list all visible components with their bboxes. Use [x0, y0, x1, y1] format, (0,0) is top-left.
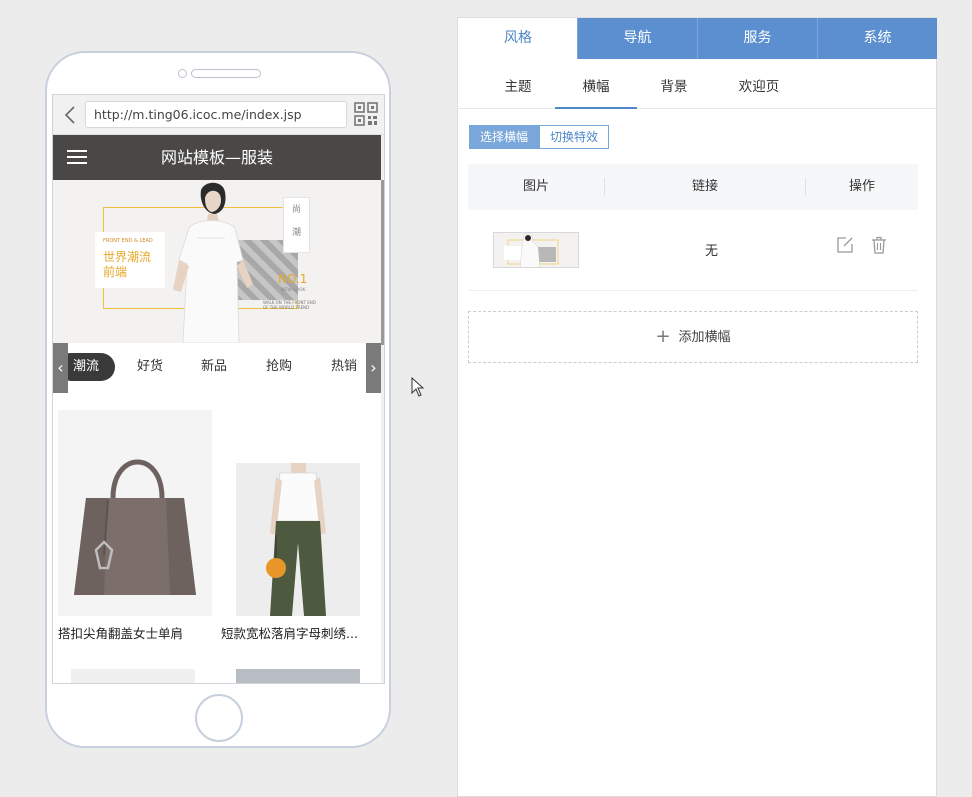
add-banner-button[interactable]: + 添加横幅 — [468, 311, 918, 363]
subtab-banner[interactable]: 横幅 — [555, 59, 637, 109]
product-name[interactable]: 搭扣尖角翻盖女士单肩 — [58, 623, 216, 642]
banner-thumbnail-image — [494, 233, 578, 267]
switch-effect-button[interactable]: 切换特效 — [539, 125, 610, 149]
product-name[interactable]: 短款宽松落肩字母刺绣... — [221, 623, 379, 642]
tab-style[interactable]: 风格 — [458, 18, 578, 59]
tab-navigation[interactable]: 导航 — [577, 18, 697, 59]
banner-seal: 尚 潮 — [283, 197, 310, 253]
subtab-welcome[interactable]: 欢迎页 — [726, 59, 792, 109]
banner-lookbook: NEW LOOK — [281, 288, 306, 293]
add-banner-label: 添加横幅 — [678, 330, 731, 345]
product-image[interactable] — [236, 463, 360, 616]
address-bar: http://m.ting06.icoc.me/index.jsp — [53, 95, 384, 135]
qr-code-icon[interactable] — [354, 102, 378, 126]
select-banner-button[interactable]: 选择横幅 — [469, 125, 540, 149]
banner-table-header: 图片 链接 操作 — [468, 164, 918, 210]
table-row: 无 — [468, 210, 918, 291]
category-tabs: 潮流 好货 新品 抢购 热销 ‹ › — [53, 343, 381, 395]
product-image[interactable] — [236, 669, 360, 683]
banner-tagline: WALK ON THE FRONT END OF THE WORLD TREND — [263, 300, 316, 310]
banner-badge: NO.1 — [278, 272, 308, 286]
plus-icon: + — [655, 326, 671, 347]
settings-panel: 风格 导航 服务 系统 主题 横幅 背景 欢迎页 选择横幅 切换特效 图片 链接… — [457, 17, 937, 797]
camera-dot — [178, 69, 187, 78]
banner-model-image — [173, 182, 253, 343]
main-tabs: 风格 导航 服务 系统 — [458, 18, 937, 59]
header-link: 链接 — [691, 179, 718, 194]
banner-thumbnail[interactable] — [493, 232, 579, 268]
sub-tabs: 主题 横幅 背景 欢迎页 — [458, 59, 937, 109]
site-header: 网站模板—服装 — [53, 135, 381, 180]
hamburger-menu-icon[interactable] — [67, 150, 87, 164]
banner-small-text: FRONT END & LEAD — [103, 238, 153, 244]
header-actions: 操作 — [848, 179, 875, 194]
hero-banner[interactable]: FRONT END & LEAD 世界潮流 前端 尚 潮 NO.1 NEW LO… — [53, 180, 381, 343]
subtab-background[interactable]: 背景 — [644, 59, 704, 109]
phone-preview: http://m.ting06.icoc.me/index.jsp 网站模板—服… — [45, 51, 391, 748]
tab-system[interactable]: 系统 — [817, 18, 937, 59]
mouse-cursor-icon — [411, 377, 425, 397]
header-image: 图片 — [522, 179, 549, 194]
category-tab[interactable]: 新品 — [201, 353, 227, 381]
handbag-image — [58, 410, 212, 616]
chevron-left-icon[interactable]: ‹ — [53, 343, 68, 393]
scrollbar-thumb[interactable] — [381, 180, 384, 345]
speaker-slot — [191, 69, 261, 78]
trash-icon[interactable] — [871, 236, 887, 254]
site-title: 网站模板—服装 — [160, 148, 273, 167]
category-tab[interactable]: 热销 — [331, 353, 357, 381]
phone-screen: http://m.ting06.icoc.me/index.jsp 网站模板—服… — [52, 94, 385, 684]
tab-service[interactable]: 服务 — [697, 18, 817, 59]
category-tab[interactable]: 抢购 — [266, 353, 292, 381]
url-field[interactable]: http://m.ting06.icoc.me/index.jsp — [85, 101, 347, 128]
banner-link-value: 无 — [705, 244, 719, 259]
product-image[interactable] — [58, 410, 212, 616]
banner-mode-switch: 选择横幅 切换特效 — [469, 125, 610, 149]
banner-slogan: 世界潮流 前端 — [103, 250, 152, 279]
home-button — [195, 694, 243, 742]
chevron-right-icon[interactable]: › — [366, 343, 381, 393]
product-image[interactable] — [71, 669, 195, 683]
model-outfit-image — [236, 463, 360, 616]
category-tab[interactable]: 好货 — [137, 353, 163, 381]
subtab-theme[interactable]: 主题 — [488, 59, 548, 109]
back-arrow-icon[interactable] — [63, 105, 77, 125]
edit-icon[interactable] — [836, 236, 854, 254]
